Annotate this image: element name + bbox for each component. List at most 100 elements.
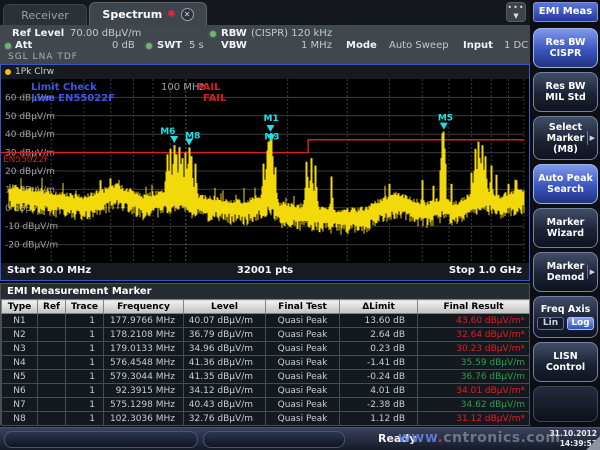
cell-delta-limit: -1.41 dB bbox=[340, 356, 418, 370]
cell-final-test: Quasi Peak bbox=[266, 342, 340, 356]
cell-ref bbox=[38, 342, 66, 356]
att-led bbox=[5, 43, 11, 49]
cell-delta-limit: 13.60 dB bbox=[340, 314, 418, 328]
cell-delta-limit: 4.01 dB bbox=[340, 384, 418, 398]
tab-receiver-label: Receiver bbox=[21, 9, 69, 22]
tab-spectrum-label: Spectrum bbox=[102, 8, 162, 21]
att-value[interactable]: 0 dB bbox=[112, 40, 135, 51]
input-value[interactable]: 1 DC bbox=[504, 40, 528, 51]
table-row-n2[interactable]: N21178.2108 MHz36.79 dBµV/mQuasi Peak2.6… bbox=[2, 328, 530, 342]
auto-peak-search-button-label: Search bbox=[534, 184, 597, 195]
cell-level: 36.79 dBµV/m bbox=[184, 328, 266, 342]
cell-frequency: 102.3036 MHz bbox=[104, 412, 184, 426]
display-menu-button[interactable]: ••• ▼ bbox=[506, 2, 526, 22]
marker-demod-button[interactable]: MarkerDemod▶ bbox=[533, 252, 598, 292]
col-header-frequency: Frequency bbox=[104, 300, 184, 314]
cell-final-result: 34.01 dBµV/m* bbox=[418, 384, 530, 398]
cell-frequency: 178.2108 MHz bbox=[104, 328, 184, 342]
rbw-value[interactable]: (CISPR) 120 kHz bbox=[251, 28, 332, 39]
limit-check-label: Limit Check bbox=[31, 82, 97, 93]
freq-axis-button-label: Freq Axis bbox=[534, 304, 597, 315]
cell-level: 34.96 dBµV/m bbox=[184, 342, 266, 356]
softkey-placeholder-2[interactable] bbox=[203, 431, 345, 448]
vbw-value[interactable]: 1 MHz bbox=[301, 40, 332, 51]
cell-final-test: Quasi Peak bbox=[266, 370, 340, 384]
menu-title: EMI Meas bbox=[533, 2, 598, 22]
cell-type: N7 bbox=[2, 398, 38, 412]
cell-type: N4 bbox=[2, 356, 38, 370]
softkey-sidebar: EMI Meas Res BWCISPRRes BWMIL StdSelectM… bbox=[531, 0, 600, 427]
lisn-control-button[interactable]: LISNControl bbox=[533, 342, 598, 382]
limit-check-result-1: FAIL bbox=[197, 82, 221, 93]
table-row-n8[interactable]: N81102.3036 MHz32.76 dBµV/mQuasi Peak1.1… bbox=[2, 412, 530, 426]
freq-axis-button[interactable]: Freq Axis LinLog bbox=[533, 296, 598, 338]
cell-delta-limit: -0.24 dB bbox=[340, 370, 418, 384]
marker-m5-label: M5 bbox=[438, 114, 453, 124]
col-header-trace: Trace bbox=[66, 300, 104, 314]
ref-level-value[interactable]: 70.00 dBµV/m bbox=[70, 28, 141, 39]
cell-ref bbox=[38, 314, 66, 328]
svg-text:-10 dBµV/m: -10 dBµV/m bbox=[5, 222, 58, 232]
swt-value[interactable]: 5 s bbox=[189, 40, 204, 51]
cell-type: N3 bbox=[2, 342, 38, 356]
cell-type: N8 bbox=[2, 412, 38, 426]
tab-receiver[interactable]: Receiver bbox=[3, 4, 87, 25]
res-bw-mil-std-button[interactable]: Res BWMIL Std bbox=[533, 72, 598, 112]
freq-axis-log-toggle[interactable]: Log bbox=[567, 317, 594, 330]
auto-peak-search-button[interactable]: Auto PeakSearch bbox=[533, 164, 598, 204]
tab-spectrum[interactable]: Spectrum ✱ ✕ bbox=[89, 2, 207, 25]
cell-ref bbox=[38, 384, 66, 398]
cell-trace: 1 bbox=[66, 356, 104, 370]
svg-text:-20 dBµV/m: -20 dBµV/m bbox=[5, 241, 58, 251]
cell-type: N2 bbox=[2, 328, 38, 342]
status-ready: Ready bbox=[378, 432, 416, 445]
tab-close-icon[interactable]: ✕ bbox=[181, 8, 194, 21]
cell-level: 40.07 dBµV/m bbox=[184, 314, 266, 328]
stop-freq-label: Stop 1.0 GHz bbox=[449, 265, 522, 276]
chevron-down-icon: ▼ bbox=[507, 12, 525, 20]
cell-ref bbox=[38, 370, 66, 384]
cell-frequency: 579.3044 MHz bbox=[104, 370, 184, 384]
cell-trace: 1 bbox=[66, 342, 104, 356]
table-row-n7[interactable]: N71575.1298 MHz40.43 dBµV/mQuasi Peak-2.… bbox=[2, 398, 530, 412]
table-row-n6[interactable]: N6192.3915 MHz34.12 dBµV/mQuasi Peak4.01… bbox=[2, 384, 530, 398]
cell-level: 34.12 dBµV/m bbox=[184, 384, 266, 398]
select-marker-button[interactable]: SelectMarker(M8)▶ bbox=[533, 116, 598, 160]
table-row-n1[interactable]: N11177.9766 MHz40.07 dBµV/mQuasi Peak13.… bbox=[2, 314, 530, 328]
settings-header: Ref Level 70.00 dBµV/m RBW (CISPR) 120 k… bbox=[0, 25, 530, 64]
marker-wizard-button-label: Marker bbox=[534, 217, 597, 228]
swt-led bbox=[146, 43, 152, 49]
trace-info-bar: 1Pk Clrw bbox=[1, 65, 529, 79]
table-row-n3[interactable]: N31179.0133 MHz34.96 dBµV/mQuasi Peak0.2… bbox=[2, 342, 530, 356]
cell-trace: 1 bbox=[66, 412, 104, 426]
marker-m1-label: M1 bbox=[263, 114, 278, 124]
marker-wizard-button-label: Wizard bbox=[534, 228, 597, 239]
marker-wizard-button[interactable]: MarkerWizard bbox=[533, 208, 598, 248]
trace1-label: 1Pk Clrw bbox=[15, 67, 54, 77]
table-row-n4[interactable]: N41576.4548 MHz41.36 dBµV/mQuasi Peak-1.… bbox=[2, 356, 530, 370]
res-bw-cispr-button[interactable]: Res BWCISPR bbox=[533, 28, 598, 68]
lisn-control-button-label: LISN bbox=[534, 351, 597, 362]
svg-text:50 dBµV/m: 50 dBµV/m bbox=[5, 112, 55, 122]
marker-m6-label: M6 bbox=[160, 127, 175, 137]
limit-line-name-label: Line EN55022F bbox=[31, 93, 115, 104]
cell-final-result: 30.23 dBµV/m* bbox=[418, 342, 530, 356]
table-row-n5[interactable]: N51579.3044 MHz41.35 dBµV/mQuasi Peak-0.… bbox=[2, 370, 530, 384]
resize-corner-icon bbox=[586, 436, 600, 450]
svg-text:20 dBµV/m: 20 dBµV/m bbox=[5, 167, 55, 177]
emi-marker-table: TypeRefTraceFrequencyLevelFinal TestΔLim… bbox=[1, 299, 530, 426]
mode-label: Mode bbox=[346, 40, 377, 51]
cell-ref bbox=[38, 356, 66, 370]
vbw-label: VBW bbox=[221, 40, 247, 51]
softkey-placeholder-1[interactable] bbox=[4, 431, 198, 448]
cell-final-result: 36.76 dBµV/m bbox=[418, 370, 530, 384]
empty-softkey[interactable] bbox=[533, 386, 598, 422]
freq-axis-lin-toggle[interactable]: Lin bbox=[537, 317, 564, 330]
cell-delta-limit: -2.38 dB bbox=[340, 398, 418, 412]
cell-ref bbox=[38, 328, 66, 342]
cell-final-test: Quasi Peak bbox=[266, 328, 340, 342]
col-header-level: Level bbox=[184, 300, 266, 314]
mode-value[interactable]: Auto Sweep bbox=[389, 40, 449, 51]
rbw-led bbox=[210, 31, 216, 37]
submenu-arrow-icon: ▶ bbox=[587, 265, 595, 279]
